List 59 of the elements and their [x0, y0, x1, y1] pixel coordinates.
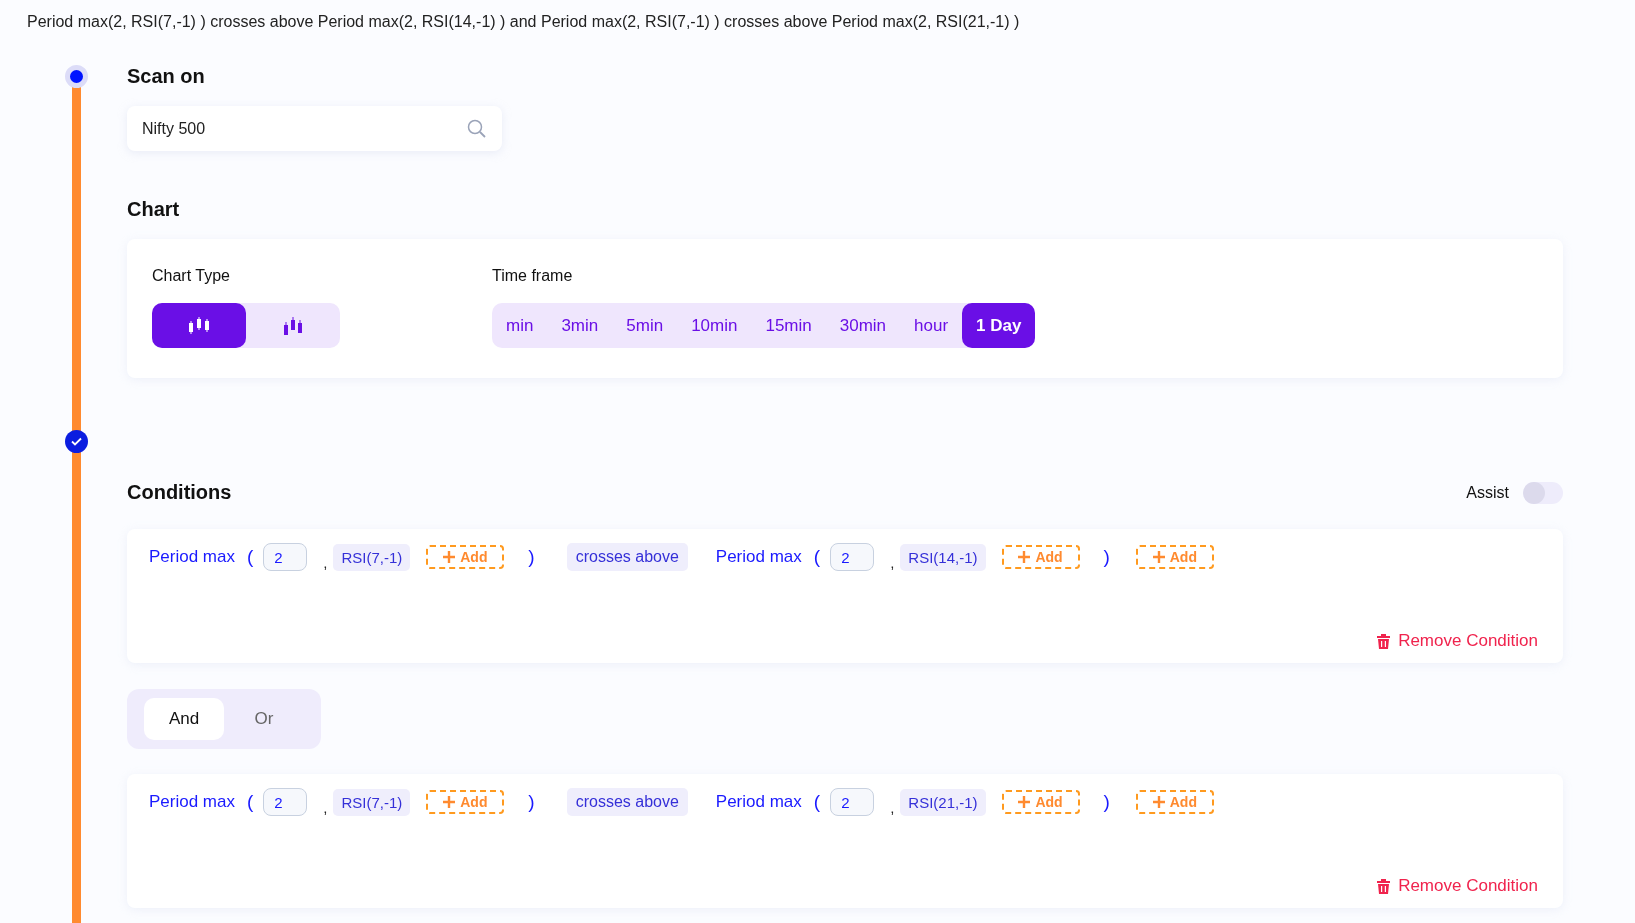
field-label: Chart Type [152, 267, 231, 285]
remove-condition-button[interactable]: Remove Condition [1377, 631, 1538, 651]
operator-chip[interactable]: crosses above [566, 788, 688, 816]
indicator-chip[interactable]: RSI(21,-1) [900, 788, 986, 816]
parenthesis: ( [813, 791, 821, 813]
timeframe-tab[interactable]: 30min [825, 303, 901, 348]
parenthesis: ) [528, 791, 535, 813]
period-input[interactable]: 2 [263, 543, 308, 571]
logic-option[interactable]: And [144, 698, 224, 740]
function-name[interactable]: Period max [715, 547, 802, 567]
comma: , [323, 553, 328, 571]
bar-chart-icon [283, 316, 303, 335]
plus-icon [1152, 796, 1165, 808]
section-title: Scan on [127, 65, 206, 88]
trash-icon [1377, 878, 1391, 894]
condition-summary: Period max(2, RSI(7,-1) ) crosses above Period max(2, RSI(14,-1) ) and Period max(2, RSI(7,-1) ) crosses above Period max(2, RSI(21,-1) ) [27, 13, 1021, 31]
timeframe-tab[interactable]: 10min [677, 303, 752, 348]
remove-condition-button[interactable]: Remove Condition [1377, 876, 1538, 896]
parenthesis: ) [1103, 791, 1110, 813]
logic-option[interactable]: Or [224, 698, 304, 740]
period-input[interactable]: 2 [263, 788, 308, 816]
indicator-chip[interactable]: RSI(7,-1) [333, 543, 411, 571]
indicator-chip[interactable]: RSI(7,-1) [333, 788, 411, 816]
plus-icon [1018, 796, 1031, 808]
parenthesis: ( [247, 791, 254, 813]
comma: , [890, 798, 895, 816]
parenthesis: ) [1103, 546, 1110, 568]
plus-icon [1018, 551, 1031, 563]
timeframe-tab[interactable]: 15min [751, 303, 826, 348]
period-input[interactable]: 2 [830, 788, 875, 816]
parenthesis: ( [247, 546, 254, 568]
comma: , [890, 553, 895, 571]
search-icon [467, 118, 487, 139]
chart-type-button[interactable] [152, 303, 246, 348]
plus-icon [443, 796, 456, 808]
parenthesis: ) [528, 546, 535, 568]
timeframe-tab[interactable]: min [492, 303, 548, 348]
function-name[interactable]: Period max [715, 792, 802, 812]
indicator-chip[interactable]: RSI(14,-1) [900, 543, 986, 571]
function-name[interactable]: Period max [149, 792, 235, 812]
assist-label: Assist [1466, 483, 1509, 502]
plus-icon [1152, 551, 1165, 563]
field-label: Time frame [492, 267, 574, 285]
assist-toggle[interactable] [1523, 481, 1563, 504]
timeframe-tab[interactable]: 3min [547, 303, 613, 348]
timeframe-tab[interactable]: hour [900, 303, 963, 348]
parenthesis: ( [813, 546, 821, 568]
plus-icon [443, 551, 456, 563]
period-input[interactable]: 2 [830, 543, 875, 571]
function-name[interactable]: Period max [149, 547, 235, 567]
section-title: Conditions [127, 481, 232, 504]
comma: , [323, 798, 328, 816]
candlestick-icon [188, 316, 210, 335]
operator-chip[interactable]: crosses above [566, 543, 688, 571]
timeframe-tab[interactable]: 1 Day [962, 303, 1036, 348]
timeframe-tab[interactable]: 5min [612, 303, 678, 348]
trash-icon [1377, 633, 1391, 649]
search-field[interactable]: Nifty 500 [127, 106, 502, 151]
section-title: Chart [127, 198, 181, 221]
